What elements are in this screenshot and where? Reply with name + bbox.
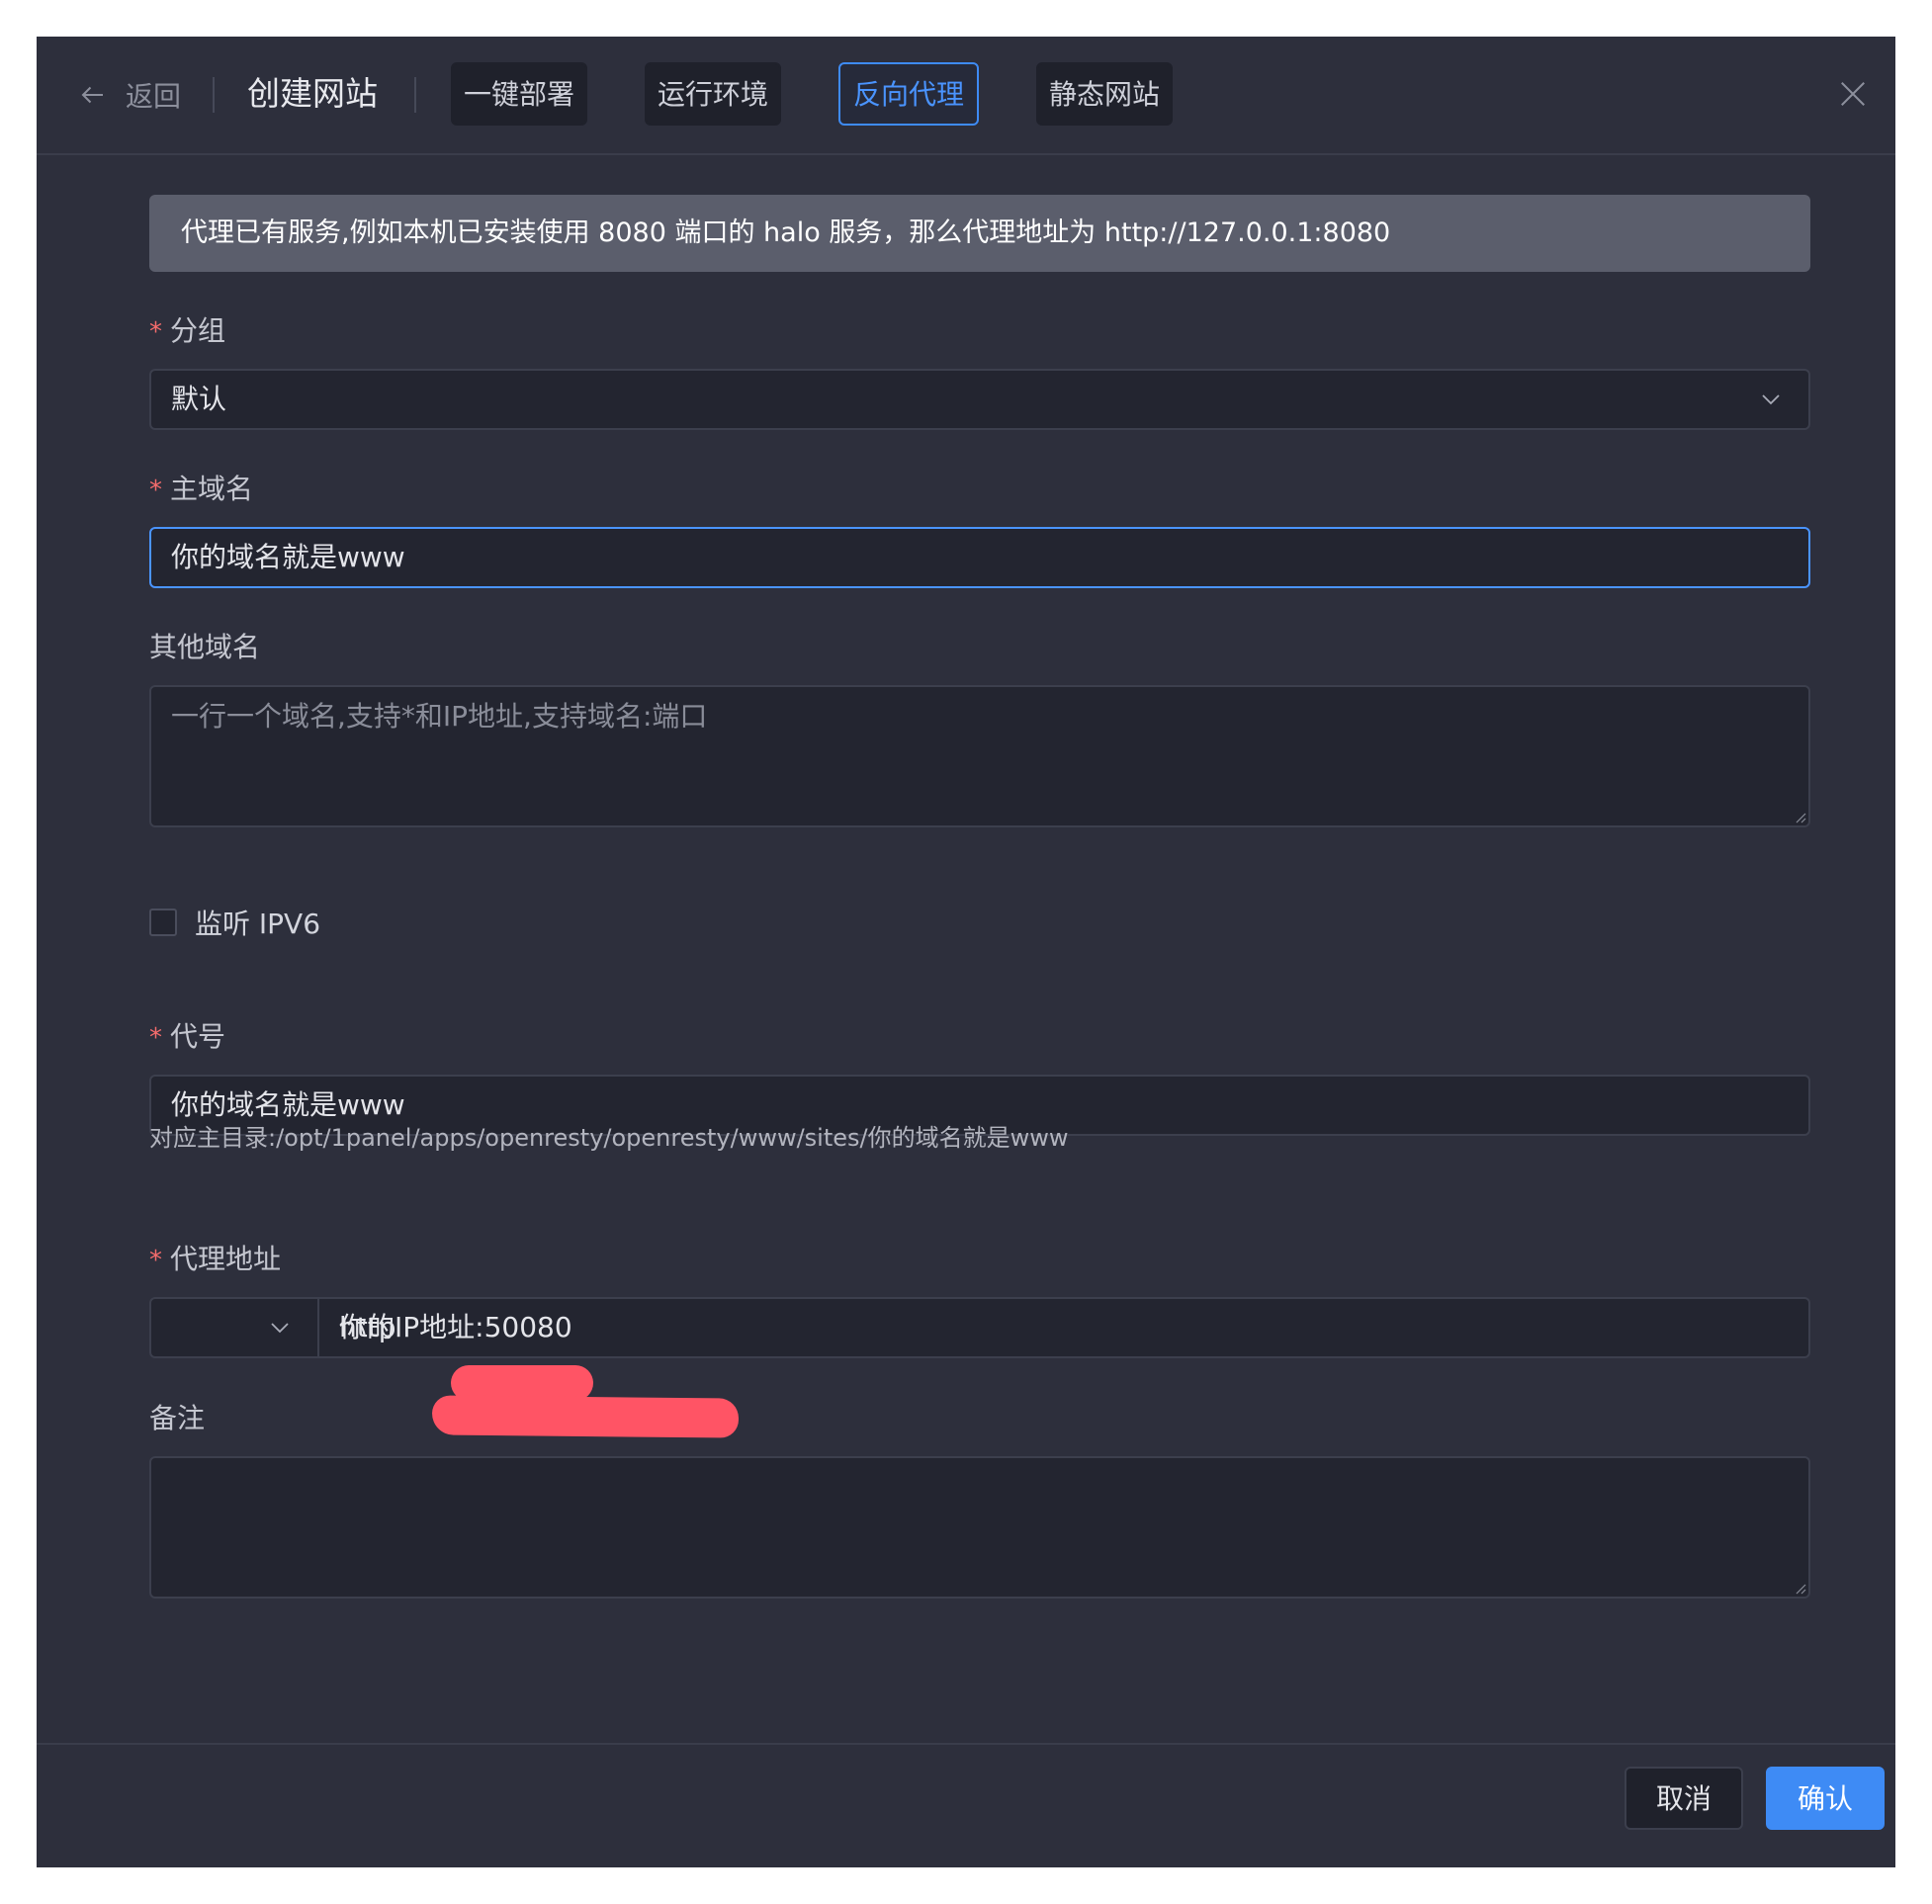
- alias-label: * 代号: [149, 1020, 226, 1053]
- arrow-left-icon: [81, 86, 103, 104]
- group-label: * 分组: [149, 314, 226, 347]
- tab-one-click-deploy[interactable]: 一键部署: [451, 62, 587, 126]
- proxy-address-input[interactable]: http 你的IP地址:50080: [149, 1297, 1810, 1358]
- proxy-address-label: * 代理地址: [149, 1243, 282, 1275]
- resize-handle-icon[interactable]: [1793, 1581, 1806, 1595]
- ipv6-label: 监听 IPV6: [195, 908, 321, 940]
- dialog-header: 返回 创建网站 一键部署 运行环境 反向代理 静态网站: [37, 37, 1895, 155]
- resize-handle-icon[interactable]: [1793, 810, 1806, 823]
- tab-runtime[interactable]: 运行环境: [645, 62, 781, 126]
- dialog-title: 创建网站: [247, 74, 378, 113]
- ipv6-checkbox-row[interactable]: 监听 IPV6: [149, 903, 320, 942]
- remark-label: 备注: [149, 1402, 206, 1434]
- ipv6-checkbox[interactable]: [149, 909, 177, 936]
- redaction-mark: [431, 1395, 740, 1438]
- confirm-button[interactable]: 确认: [1766, 1767, 1885, 1830]
- required-mark: *: [149, 1023, 162, 1053]
- primary-domain-value: 你的域名就是www: [171, 541, 405, 573]
- tab-reverse-proxy[interactable]: 反向代理: [838, 62, 979, 126]
- proxy-scheme-select[interactable]: http: [151, 1299, 395, 1356]
- alias-directory-hint: 对应主目录:/opt/1panel/apps/openresty/openres…: [149, 1124, 1069, 1152]
- tab-static-website[interactable]: 静态网站: [1036, 62, 1173, 126]
- group-select[interactable]: 默认: [149, 369, 1810, 430]
- primary-domain-input[interactable]: 你的域名就是www: [149, 527, 1810, 588]
- close-icon[interactable]: [1838, 79, 1868, 109]
- required-mark: *: [149, 317, 162, 347]
- chevron-down-icon: [1762, 394, 1780, 405]
- proxy-address-value: 你的IP地址:50080: [339, 1311, 572, 1343]
- back-button[interactable]: 返回: [78, 71, 181, 119]
- create-website-dialog: 返回 创建网站 一键部署 运行环境 反向代理 静态网站 代理已有服务,例如本机已…: [37, 37, 1895, 1867]
- other-domains-label: 其他域名: [149, 631, 261, 663]
- back-label: 返回: [126, 80, 182, 113]
- other-domains-textarea[interactable]: 一行一个域名,支持*和IP地址,支持域名:端口: [149, 685, 1810, 827]
- group-select-value: 默认: [171, 383, 227, 415]
- remark-textarea[interactable]: [149, 1456, 1810, 1599]
- primary-domain-label: * 主域名: [149, 473, 254, 505]
- cancel-button[interactable]: 取消: [1625, 1767, 1743, 1830]
- header-divider: [213, 77, 215, 113]
- required-mark: *: [149, 1246, 162, 1275]
- required-mark: *: [149, 476, 162, 505]
- info-alert: 代理已有服务,例如本机已安装使用 8080 端口的 halo 服务，那么代理地址…: [149, 195, 1810, 272]
- chevron-down-icon: [271, 1323, 289, 1334]
- dialog-footer: 取消 确认: [37, 1743, 1895, 1867]
- header-divider: [414, 77, 416, 113]
- other-domains-placeholder: 一行一个域名,支持*和IP地址,支持域名:端口: [171, 700, 708, 733]
